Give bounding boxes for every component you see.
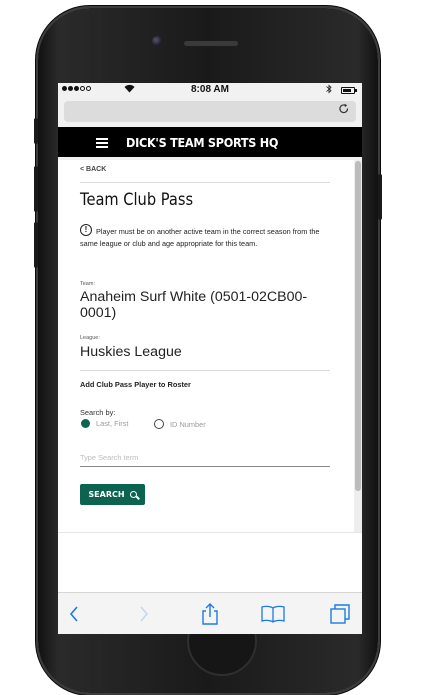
radio-selected-icon[interactable] — [81, 419, 90, 428]
search-button-label: SEARCH — [88, 490, 125, 499]
battery-icon — [341, 87, 357, 94]
search-by-label: Search by: — [80, 408, 116, 417]
front-camera — [152, 36, 162, 46]
eligibility-notice: Player must be on another active team in… — [80, 227, 320, 248]
phone-volume-down — [34, 222, 38, 268]
radio-option-last-first[interactable]: Last, First — [81, 419, 128, 428]
divider — [80, 182, 330, 183]
phone-screen: 8:08 AM DICK'S TEAM SPORTS HQ < BACK Tea… — [58, 83, 362, 634]
bluetooth-icon — [326, 84, 332, 97]
browser-toolbar — [58, 592, 362, 634]
search-input[interactable] — [80, 449, 330, 467]
bookmarks-icon[interactable] — [258, 593, 288, 634]
league-label: League: — [80, 335, 100, 341]
search-button[interactable]: SEARCH — [80, 484, 145, 505]
back-link[interactable]: < BACK — [80, 166, 106, 173]
back-icon[interactable] — [60, 593, 88, 634]
add-section-title: Add Club Pass Player to Roster — [80, 380, 191, 389]
page-title: Team Club Pass — [80, 190, 194, 210]
share-icon[interactable] — [196, 593, 224, 634]
brand-logo[interactable]: DICK'S TEAM SPORTS HQ — [126, 135, 278, 150]
address-bar[interactable] — [64, 101, 356, 122]
phone-volume-up — [34, 166, 38, 212]
status-time: 8:08 AM — [191, 84, 229, 95]
league-value: Huskies League — [80, 344, 182, 360]
phone-side-button — [34, 118, 38, 144]
team-value: Anaheim Surf White (0501-02CB00-0001) — [80, 289, 308, 321]
divider — [80, 370, 330, 371]
browser-address-area — [58, 98, 362, 127]
phone-power-button — [378, 174, 382, 220]
search-icon — [129, 491, 137, 498]
team-label: Team: — [80, 281, 95, 287]
forward-icon[interactable] — [130, 593, 158, 634]
scrollbar-thumb[interactable] — [355, 161, 361, 491]
status-bar: 8:08 AM — [58, 83, 362, 98]
radio-unselected-icon[interactable] — [154, 419, 164, 429]
hamburger-menu-icon[interactable] — [96, 138, 108, 148]
radio-label-last-first: Last, First — [96, 419, 129, 428]
tabs-icon[interactable] — [326, 593, 354, 634]
radio-label-id-number: ID Number — [170, 419, 206, 429]
page-content: < BACK Team Club Pass ! Player must be o… — [58, 160, 354, 540]
radio-option-id-number[interactable]: ID Number — [154, 419, 206, 429]
reload-icon[interactable] — [338, 102, 350, 118]
earpiece-speaker — [184, 41, 238, 46]
site-header: DICK'S TEAM SPORTS HQ — [58, 127, 362, 160]
page-bottom-blank — [58, 532, 362, 592]
